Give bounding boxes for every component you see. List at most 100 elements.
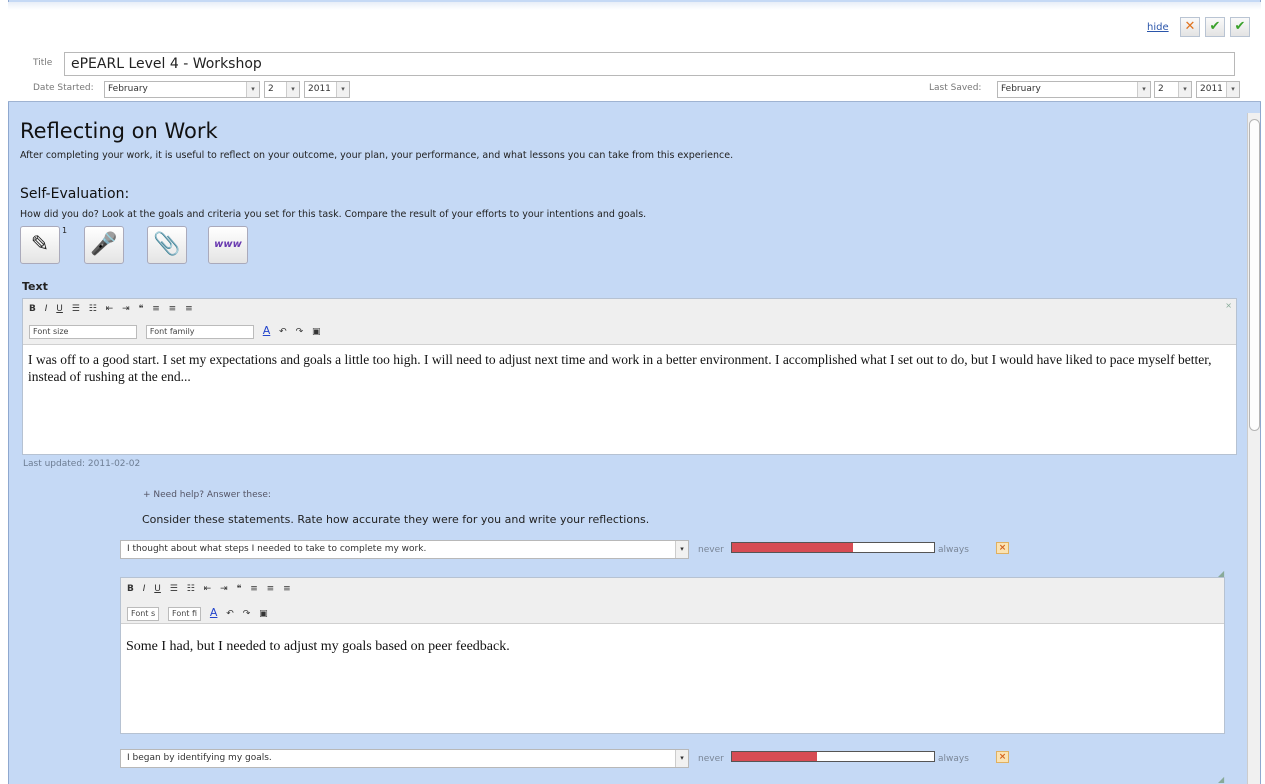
image-icon[interactable]: ▣: [312, 327, 321, 337]
chevron-down-icon: ▾: [675, 541, 688, 558]
rating-fill-2: [732, 752, 817, 761]
chevron-down-icon: ▾: [675, 750, 688, 767]
need-help-link[interactable]: + Need help? Answer these:: [143, 490, 271, 500]
date-started-month-select[interactable]: February ▾: [104, 81, 260, 98]
rating-fill-1: [732, 543, 854, 552]
italic-icon[interactable]: I: [45, 304, 48, 314]
title-input[interactable]: [64, 52, 1235, 76]
text-color-icon[interactable]: A: [210, 606, 218, 619]
chevron-down-icon: ▾: [1178, 82, 1191, 97]
outdent-icon[interactable]: ⇤: [204, 584, 212, 594]
underline-icon[interactable]: U: [154, 584, 161, 594]
align-center-icon[interactable]: ≡: [267, 584, 275, 594]
statement-editor-toolbar: B I U ☰ ☷ ⇤ ⇥ ❝ ≡ ≡ ≡ Font s Font fi A ↶…: [121, 578, 1224, 624]
last-saved-label: Last Saved:: [929, 83, 982, 93]
align-left-icon[interactable]: ≡: [250, 584, 258, 594]
statement-2-text: I began by identifying my goals.: [127, 753, 272, 763]
double-check-icon[interactable]: ✔: [1230, 17, 1250, 37]
text-label: Text: [22, 280, 48, 293]
date-started-day-select[interactable]: 2 ▾: [264, 81, 300, 98]
redo-icon[interactable]: ↷: [296, 327, 304, 337]
bold-icon[interactable]: B: [127, 584, 134, 594]
section-description: After completing your work, it is useful…: [20, 150, 734, 161]
rating-always-label: always: [938, 545, 969, 555]
bullet-list-icon[interactable]: ☰: [170, 584, 178, 594]
align-left-icon[interactable]: ≡: [152, 304, 160, 314]
align-center-icon[interactable]: ≡: [169, 304, 177, 314]
undo-icon[interactable]: ↶: [226, 609, 234, 619]
editor-toolbar: B I U ☰ ☷ ⇤ ⇥ ❝ ≡ ≡ ≡ Font size Font fam…: [23, 299, 1236, 345]
align-right-icon[interactable]: ≡: [283, 584, 291, 594]
bold-icon[interactable]: B: [29, 304, 36, 314]
last-saved-month-select[interactable]: February ▾: [997, 81, 1151, 98]
last-saved-day-value: 2: [1158, 84, 1164, 94]
statement-1-text: I thought about what steps I needed to t…: [127, 544, 427, 554]
title-label: Title: [33, 58, 53, 68]
hide-link[interactable]: hide: [1147, 22, 1169, 33]
redo-icon[interactable]: ↷: [243, 609, 251, 619]
underline-icon[interactable]: U: [56, 304, 63, 314]
consider-instructions: Consider these statements. Rate how accu…: [142, 513, 650, 526]
toolbar-row-font: Font size Font family A ↶ ↷ ▣: [29, 324, 327, 339]
statement-1-editor[interactable]: B I U ☰ ☷ ⇤ ⇥ ❝ ≡ ≡ ≡ Font s Font fi A ↶…: [120, 577, 1225, 734]
last-updated-text: Last updated: 2011-02-02: [23, 459, 141, 469]
www-icon[interactable]: www: [208, 226, 248, 264]
rating-never-label: never: [698, 545, 724, 555]
last-saved-month-value: February: [1001, 84, 1041, 94]
font-family-select[interactable]: Font family: [145, 325, 254, 339]
pencil-count: 1: [62, 226, 68, 235]
date-started-year-select[interactable]: 2011 ▾: [304, 81, 350, 98]
main-editor-content[interactable]: I was off to a good start. I set my expe…: [28, 351, 1228, 385]
align-right-icon[interactable]: ≡: [185, 304, 193, 314]
font-size-select[interactable]: Font s: [127, 607, 160, 621]
toolbar-row-format: B I U ☰ ☷ ⇤ ⇥ ❝ ≡ ≡ ≡: [29, 304, 199, 314]
quote-icon[interactable]: ❝: [237, 584, 242, 594]
statement-select-1[interactable]: I thought about what steps I needed to t…: [120, 540, 689, 559]
chevron-down-icon: ▾: [1226, 82, 1239, 97]
self-evaluation-heading: Self-Evaluation:: [20, 186, 130, 202]
microphone-icon[interactable]: 🎤: [84, 226, 124, 264]
header-top-bar: [8, 2, 1261, 10]
last-saved-day-select[interactable]: 2 ▾: [1154, 81, 1192, 98]
main-text-editor[interactable]: B I U ☰ ☷ ⇤ ⇥ ❝ ≡ ≡ ≡ Font size Font fam…: [22, 298, 1237, 455]
date-started-month-value: February: [108, 84, 148, 94]
statement-select-2[interactable]: I began by identifying my goals. ▾: [120, 749, 689, 768]
date-started-year-value: 2011: [308, 84, 331, 94]
header-panel: hide ✕ ✔ ✔ Title Date Started: February ▾…: [8, 2, 1261, 102]
editor-close-icon[interactable]: ×: [1225, 301, 1232, 310]
indent-icon[interactable]: ⇥: [122, 304, 130, 314]
toolbar-row-font: Font s Font fi A ↶ ↷ ▣: [127, 606, 274, 621]
italic-icon[interactable]: I: [143, 584, 146, 594]
indent-icon[interactable]: ⇥: [220, 584, 228, 594]
resize-handle[interactable]: ◢: [1218, 775, 1224, 784]
font-family-select[interactable]: Font fi: [168, 607, 202, 621]
last-saved-year-select[interactable]: 2011 ▾: [1196, 81, 1240, 98]
chevron-down-icon: ▾: [1137, 82, 1150, 97]
outdent-icon[interactable]: ⇤: [106, 304, 114, 314]
close-icon[interactable]: ✕: [1180, 17, 1200, 37]
delete-statement-icon[interactable]: ×: [996, 542, 1009, 554]
numbered-list-icon[interactable]: ☷: [89, 304, 97, 314]
chevron-down-icon: ▾: [286, 82, 299, 97]
scrollbar[interactable]: [1247, 113, 1260, 784]
numbered-list-icon[interactable]: ☷: [187, 584, 195, 594]
rating-slider-2[interactable]: [731, 751, 935, 762]
statement-1-editor-content[interactable]: Some I had, but I needed to adjust my go…: [126, 638, 1216, 655]
bullet-list-icon[interactable]: ☰: [72, 304, 80, 314]
last-saved-year-value: 2011: [1200, 84, 1223, 94]
undo-icon[interactable]: ↶: [279, 327, 287, 337]
check-icon[interactable]: ✔: [1205, 17, 1225, 37]
image-icon[interactable]: ▣: [259, 609, 268, 619]
date-started-day-value: 2: [268, 84, 274, 94]
scrollbar-thumb[interactable]: [1249, 119, 1260, 431]
font-size-select[interactable]: Font size: [29, 325, 137, 339]
paperclip-icon[interactable]: 📎: [147, 226, 187, 264]
rating-slider-1[interactable]: [731, 542, 935, 553]
pencil-icon[interactable]: ✎: [20, 226, 60, 264]
quote-icon[interactable]: ❝: [139, 304, 144, 314]
chevron-down-icon: ▾: [336, 82, 349, 97]
section-heading: Reflecting on Work: [20, 119, 218, 143]
text-color-icon[interactable]: A: [263, 324, 271, 337]
resize-handle[interactable]: ◢: [1218, 569, 1224, 578]
delete-statement-icon[interactable]: ×: [996, 751, 1009, 763]
